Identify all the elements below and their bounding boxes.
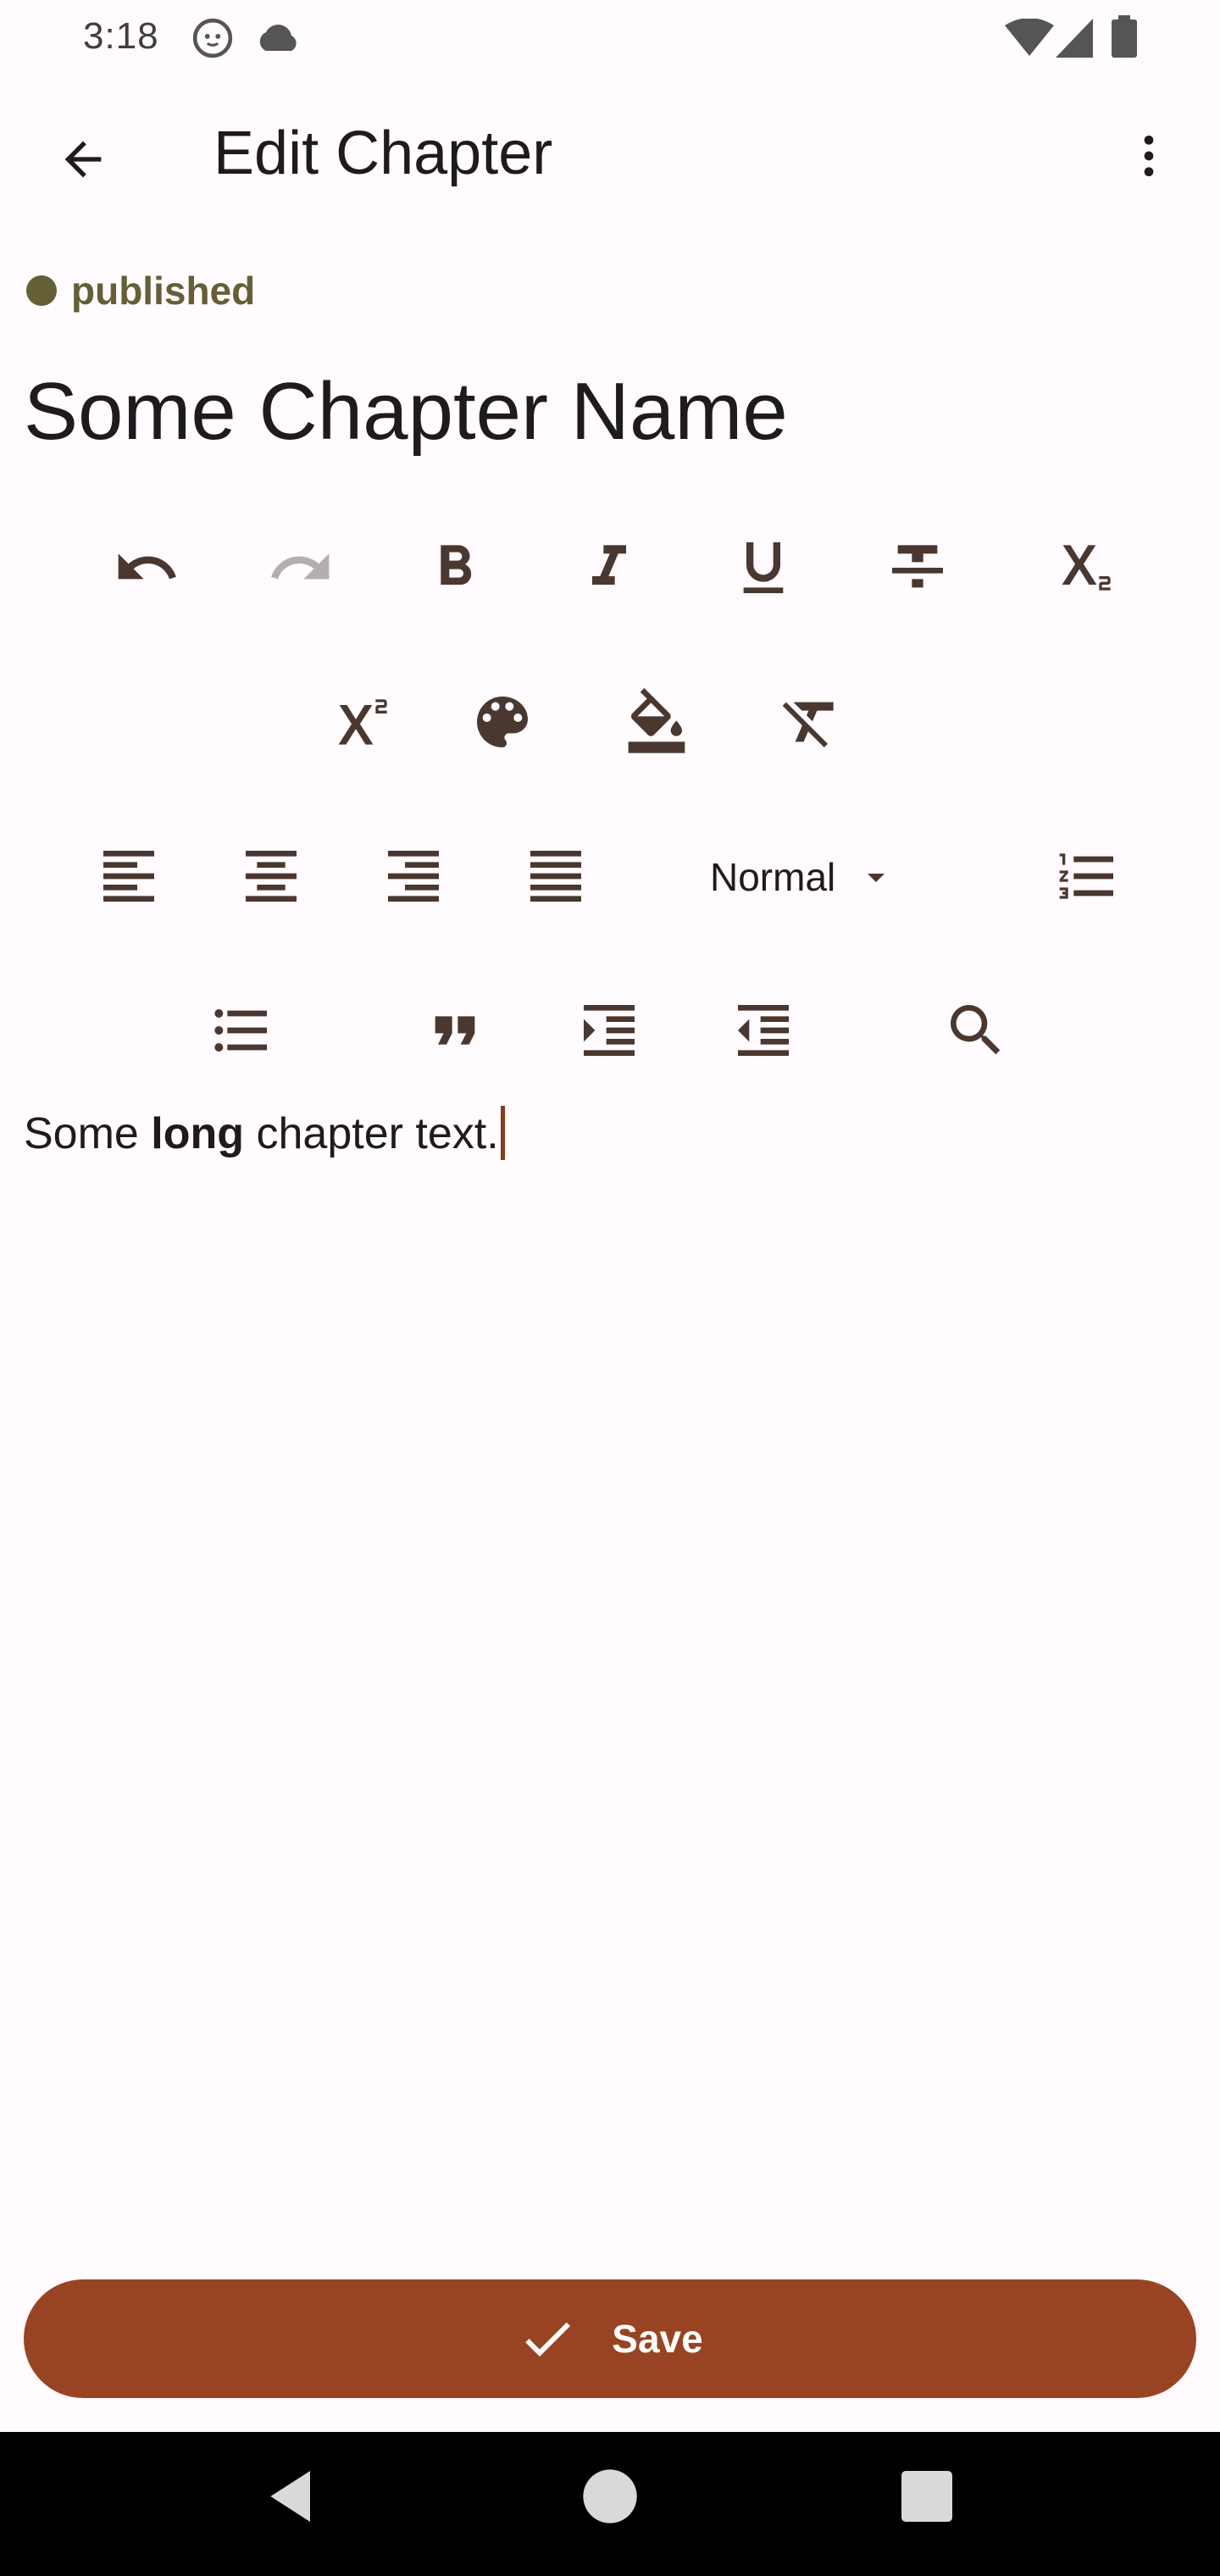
strikethrough-icon: [884, 534, 951, 602]
background-color-button[interactable]: [613, 678, 701, 766]
more-options-button[interactable]: [1108, 115, 1190, 197]
text-caret: [500, 1106, 505, 1160]
palette-icon: [469, 688, 536, 756]
align-right-icon: [380, 842, 447, 910]
nav-back-button[interactable]: [259, 2462, 327, 2530]
subscript-icon: [1045, 534, 1113, 602]
status-bar: 3:18: [0, 0, 1220, 76]
underline-button[interactable]: [719, 524, 807, 612]
superscript-button[interactable]: [312, 678, 400, 766]
ordered-list-button[interactable]: [1044, 832, 1132, 920]
format-italic-icon: [575, 534, 643, 602]
nav-home-icon: [576, 2462, 644, 2530]
format-indent-decrease-icon: [729, 997, 797, 1064]
text-color-button[interactable]: [458, 678, 546, 766]
editor-content[interactable]: Some long chapter text.: [24, 1106, 505, 1162]
align-center-button[interactable]: [227, 832, 315, 920]
italic-button[interactable]: [565, 524, 653, 612]
format-indent-increase-icon: [575, 997, 643, 1064]
search-icon: [942, 997, 1010, 1064]
align-left-icon: [95, 842, 163, 910]
bullet-list-icon: [208, 997, 275, 1064]
format-clear-icon: [777, 688, 845, 756]
editor-text-bold: long: [151, 1109, 245, 1158]
bold-button[interactable]: [411, 524, 499, 612]
superscript-icon: [322, 688, 390, 756]
battery-icon: [1112, 15, 1137, 58]
align-justify-button[interactable]: [512, 832, 600, 920]
bullet-list-button[interactable]: [197, 986, 286, 1074]
system-nav-bar: [0, 2432, 1220, 2576]
cloud-icon: [254, 22, 302, 53]
editor-text-plain: Some: [24, 1109, 152, 1158]
clear-format-button[interactable]: [767, 678, 855, 766]
editor-text-plain-end: chapter text.: [244, 1109, 499, 1158]
outdent-button[interactable]: [719, 986, 807, 1074]
search-button[interactable]: [932, 986, 1020, 1074]
format-select-value: Normal: [710, 855, 836, 899]
heading-format-select[interactable]: Normal: [710, 839, 896, 915]
blockquote-button[interactable]: [411, 986, 499, 1074]
nav-recents-icon: [893, 2462, 961, 2530]
save-button[interactable]: Save: [24, 2279, 1196, 2398]
back-button[interactable]: [42, 119, 124, 200]
nav-back-icon: [259, 2462, 327, 2530]
status-badge: published: [71, 269, 256, 313]
nav-home-button[interactable]: [576, 2462, 644, 2530]
chapter-name-field[interactable]: Some Chapter Name: [24, 364, 788, 459]
save-label: Save: [612, 2317, 703, 2361]
align-right-button[interactable]: [369, 832, 458, 920]
redo-button[interactable]: [257, 524, 345, 612]
cat-notification-icon: [191, 17, 234, 59]
align-center-icon: [237, 842, 305, 910]
status-time: 3:18: [83, 15, 159, 57]
format-color-fill-icon: [623, 688, 690, 756]
nav-recents-button[interactable]: [893, 2462, 961, 2530]
check-icon: [517, 2308, 578, 2369]
format-bold-icon: [421, 534, 489, 602]
page-title: Edit Chapter: [214, 119, 553, 187]
align-left-button[interactable]: [85, 832, 173, 920]
arrow-drop-down-icon: [856, 857, 896, 897]
indent-button[interactable]: [565, 986, 653, 1074]
subscript-button[interactable]: [1035, 524, 1123, 612]
signal-icon: [1056, 19, 1093, 58]
wifi-icon: [1005, 19, 1054, 58]
format-underline-icon: [729, 534, 797, 602]
redo-icon: [267, 534, 335, 602]
undo-icon: [113, 534, 180, 602]
arrow-back-icon: [56, 132, 110, 186]
more-vert-icon: [1122, 129, 1176, 183]
strikethrough-button[interactable]: [873, 524, 962, 612]
undo-button[interactable]: [103, 524, 191, 612]
align-justify-icon: [522, 842, 590, 910]
status-dot: [26, 275, 57, 306]
numbered-list-icon: [1054, 842, 1122, 910]
format-quote-icon: [421, 997, 489, 1064]
